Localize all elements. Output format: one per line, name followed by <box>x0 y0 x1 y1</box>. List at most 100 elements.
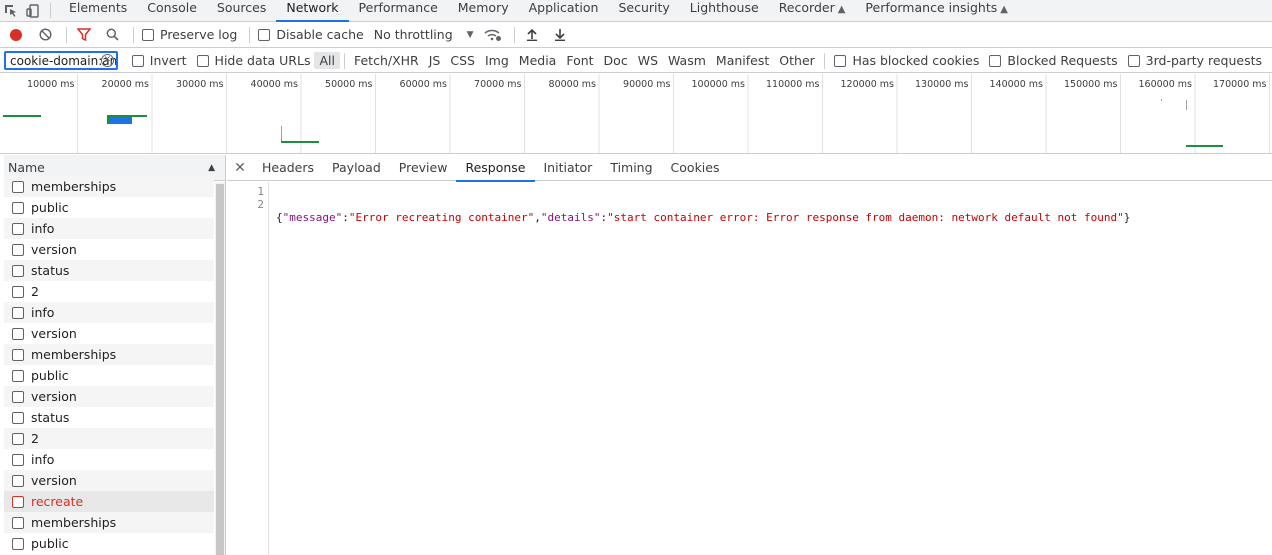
tab-performance-insights[interactable]: Performance insights ▲ <box>855 0 1018 21</box>
blocked-requests-checkbox[interactable]: Blocked Requests <box>989 53 1118 68</box>
throttling-value: No throttling <box>373 27 453 42</box>
type-filter-other[interactable]: Other <box>774 52 820 69</box>
close-icon[interactable]: ✕ <box>227 160 253 176</box>
request-list-scrollbar[interactable] <box>215 182 225 555</box>
tab-memory[interactable]: Memory <box>448 0 519 21</box>
table-row[interactable]: recreate <box>4 491 214 512</box>
overview-tick-label: 50000 ms <box>325 79 372 90</box>
tab-label: Performance <box>358 0 438 15</box>
detail-tab-preview[interactable]: Preview <box>390 155 457 181</box>
checkbox-box[interactable] <box>196 54 209 67</box>
network-overview[interactable]: 10000 ms 20000 ms 30000 ms 40000 ms 50000 ms… <box>0 74 1272 154</box>
toolbar-separator <box>66 26 67 43</box>
checkbox-box[interactable] <box>131 54 144 67</box>
network-toolbar: Preserve log Disable cache No throttling… <box>0 22 1272 48</box>
clear-filter-icon[interactable]: ✕ <box>100 54 114 67</box>
table-row[interactable]: 2 <box>4 428 214 449</box>
table-row[interactable]: memberships <box>4 512 214 533</box>
table-row[interactable]: info <box>4 302 214 323</box>
detail-tab-headers[interactable]: Headers <box>253 155 323 181</box>
invert-checkbox[interactable]: Invert <box>131 53 187 68</box>
detail-tab-payload[interactable]: Payload <box>323 155 390 181</box>
table-row[interactable]: info <box>4 218 214 239</box>
table-row[interactable]: version <box>4 470 214 491</box>
overview-tick-label: 30000 ms <box>176 79 223 90</box>
network-conditions-icon[interactable] <box>484 26 502 44</box>
detail-tab-initiator[interactable]: Initiator <box>535 155 602 181</box>
filter-input-value[interactable]: cookie-domain:ansible.pre <box>10 54 116 68</box>
tab-label: Sources <box>216 0 267 15</box>
record-button[interactable] <box>10 28 22 41</box>
table-row[interactable]: status <box>4 407 214 428</box>
response-viewer[interactable]: 1 2 {"message":"Error recreating contain… <box>227 182 1272 555</box>
table-row[interactable]: public <box>4 365 214 386</box>
table-row[interactable]: version <box>4 323 214 344</box>
table-row[interactable]: version <box>4 239 214 260</box>
type-filter-font[interactable]: Font <box>561 52 598 69</box>
clear-icon[interactable] <box>36 26 54 44</box>
detail-tab-cookies[interactable]: Cookies <box>662 155 729 181</box>
table-row[interactable]: memberships <box>4 344 214 365</box>
tab-console[interactable]: Console <box>137 0 207 21</box>
table-row[interactable]: 2 <box>4 281 214 302</box>
table-row[interactable]: public <box>4 533 214 554</box>
checkbox-box[interactable] <box>142 28 154 41</box>
overview-tick-label: 160000 ms <box>1139 79 1193 90</box>
type-filter-css[interactable]: CSS <box>445 52 480 69</box>
filter-input[interactable]: cookie-domain:ansible.pre ✕ <box>4 51 118 70</box>
tab-security[interactable]: Security <box>608 0 679 21</box>
inspect-element-icon[interactable] <box>0 0 22 21</box>
hide-data-urls-checkbox[interactable]: Hide data URLs <box>196 53 310 68</box>
type-filter-doc[interactable]: Doc <box>599 52 633 69</box>
type-filter-img[interactable]: Img <box>480 52 514 69</box>
request-name: public <box>31 536 69 551</box>
type-filter-media[interactable]: Media <box>514 52 562 69</box>
tab-performance[interactable]: Performance <box>349 0 448 21</box>
filter-icon[interactable] <box>75 26 93 44</box>
preserve-log-checkbox[interactable]: Preserve log <box>142 27 237 42</box>
checkbox-box[interactable] <box>834 54 847 67</box>
tab-network[interactable]: Network <box>276 0 349 22</box>
disable-cache-checkbox[interactable]: Disable cache <box>258 27 364 42</box>
tab-sources[interactable]: Sources <box>207 0 276 21</box>
table-row[interactable]: public <box>4 197 214 218</box>
tab-lighthouse[interactable]: Lighthouse <box>680 0 769 21</box>
checkbox-box[interactable] <box>989 54 1002 67</box>
request-type-icon <box>12 306 24 319</box>
table-row[interactable]: version <box>4 386 214 407</box>
table-row[interactable]: memberships <box>4 176 214 197</box>
detail-tab-timing[interactable]: Timing <box>601 155 661 181</box>
third-party-label: 3rd-party requests <box>1145 53 1262 68</box>
search-icon[interactable] <box>103 26 121 44</box>
tab-label: Memory <box>457 0 509 15</box>
has-blocked-cookies-checkbox[interactable]: Has blocked cookies <box>834 53 979 68</box>
table-row[interactable]: info <box>4 449 214 470</box>
overview-request-bar <box>1186 145 1223 147</box>
detail-tab-response[interactable]: Response <box>456 155 535 182</box>
type-filter-manifest[interactable]: Manifest <box>711 52 774 69</box>
request-name: memberships <box>31 347 117 362</box>
overview-request-bar <box>3 115 41 117</box>
json-value-details: "start container error: Error response f… <box>607 211 1124 224</box>
type-filter-wasm[interactable]: Wasm <box>663 52 711 69</box>
type-filter-all[interactable]: All <box>314 52 340 69</box>
device-toolbar-icon[interactable] <box>22 0 44 21</box>
third-party-checkbox[interactable]: 3rd-party requests <box>1127 53 1262 68</box>
tab-recorder[interactable]: Recorder ▲ <box>769 0 856 21</box>
preserve-log-label: Preserve log <box>160 27 238 42</box>
type-filter-fetch-xhr[interactable]: Fetch/XHR <box>349 52 424 69</box>
type-filter-ws[interactable]: WS <box>633 52 663 69</box>
tab-elements[interactable]: Elements <box>59 0 137 21</box>
table-row[interactable]: status <box>4 260 214 281</box>
throttling-select[interactable]: No throttling ▼ <box>374 27 474 42</box>
request-name: info <box>31 221 55 236</box>
type-filter-js[interactable]: JS <box>424 52 446 69</box>
request-type-icon <box>12 201 24 214</box>
export-har-icon[interactable] <box>551 26 569 44</box>
checkbox-box[interactable] <box>258 28 271 41</box>
request-type-icon <box>12 348 24 361</box>
import-har-icon[interactable] <box>523 26 541 44</box>
checkbox-box[interactable] <box>1127 54 1140 67</box>
tab-application[interactable]: Application <box>519 0 609 21</box>
scrollbar-thumb[interactable] <box>216 184 224 555</box>
